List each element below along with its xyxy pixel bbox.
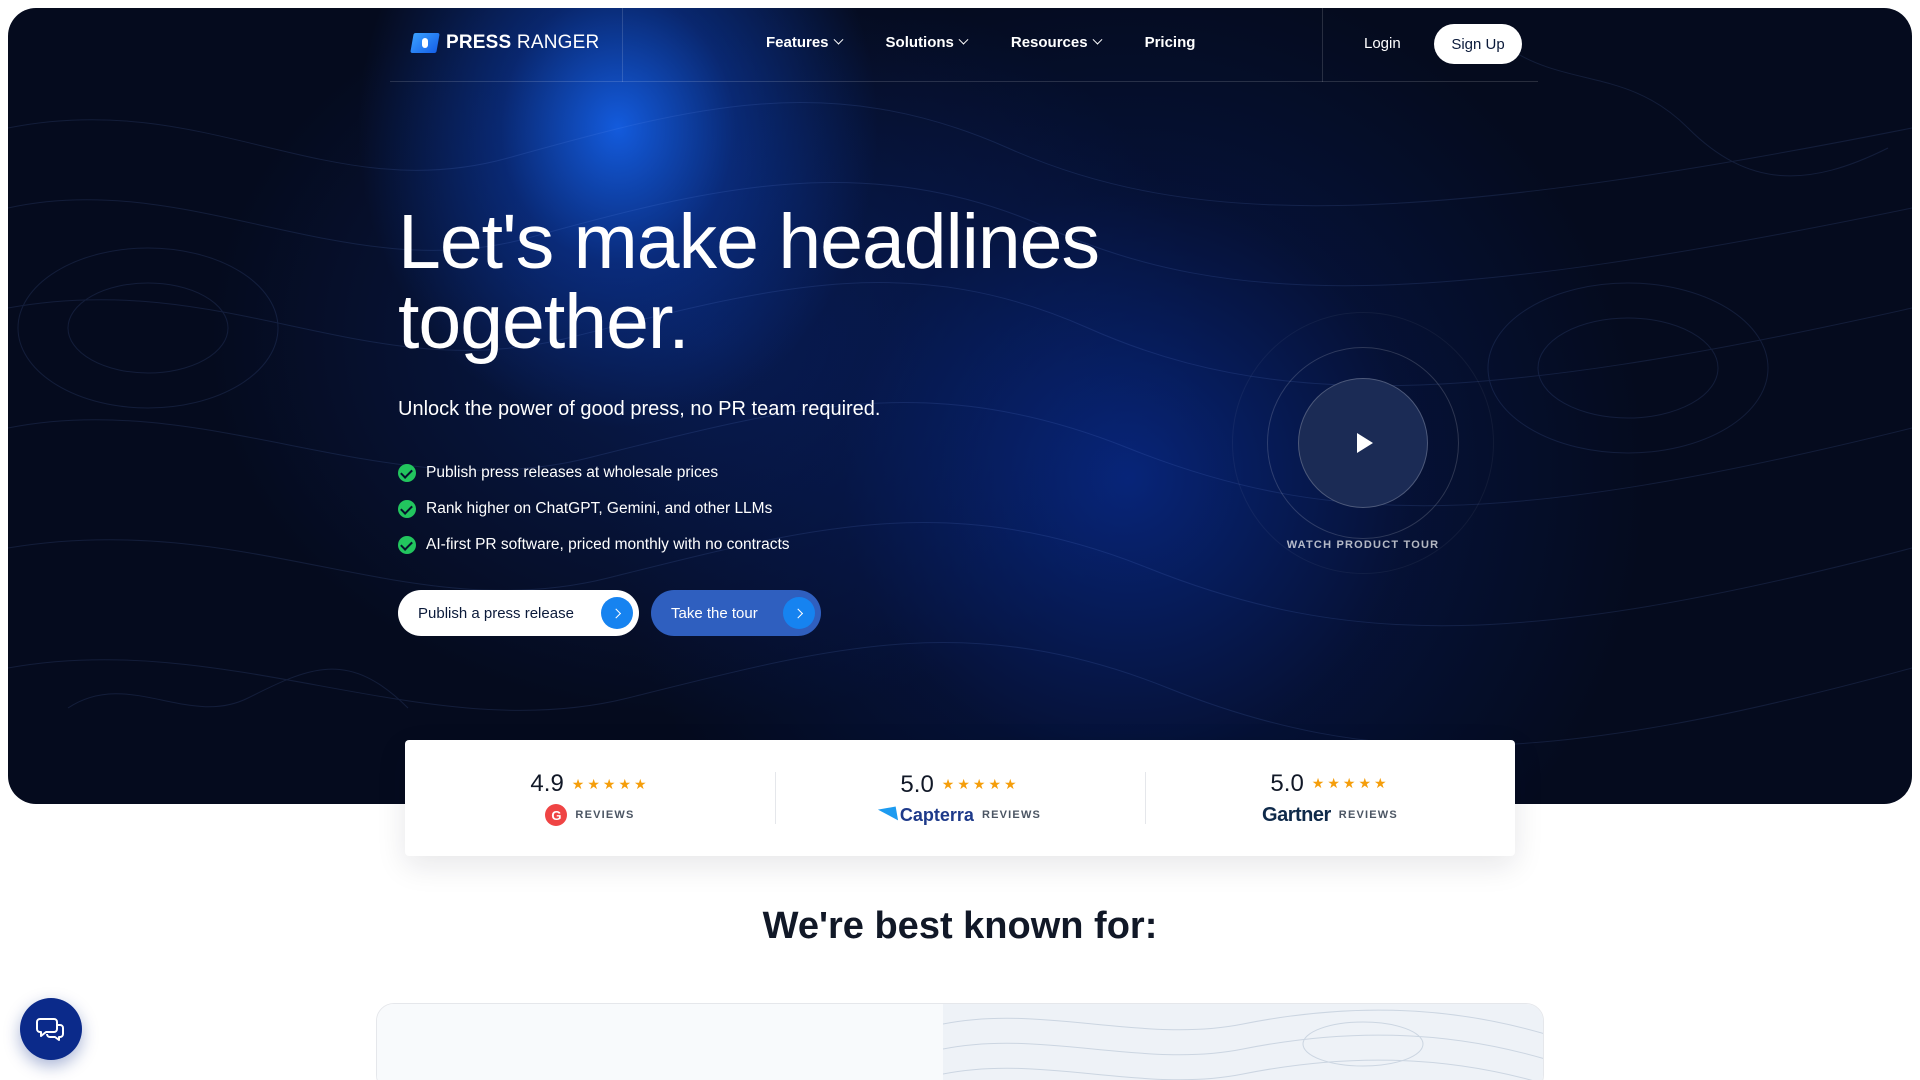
star-rating-icon: ★★★★★: [1311, 775, 1390, 791]
check-circle-icon: [398, 500, 416, 518]
rating-score: 5.0: [1270, 769, 1304, 797]
reviews-label: REVIEWS: [1338, 809, 1398, 821]
list-item: Rank higher on ChatGPT, Gemini, and othe…: [398, 491, 790, 527]
feature-card-left: [377, 1004, 943, 1080]
headline-line-2: together.: [398, 279, 690, 365]
hero-headline: Let's make headlines together.: [398, 202, 1178, 362]
hero-section: PRESS RANGER Features Solutions Resource…: [8, 8, 1912, 804]
top-navigation: PRESS RANGER Features Solutions Resource…: [390, 8, 1538, 82]
signup-button[interactable]: Sign Up: [1434, 24, 1522, 64]
reviews-label: REVIEWS: [981, 809, 1042, 821]
gartner-logo: Gartner: [1262, 803, 1331, 826]
nav-pricing[interactable]: Pricing: [1145, 34, 1196, 51]
rating-capterra[interactable]: 5.0 ★★★★★ Capterra REVIEWS: [775, 740, 1145, 856]
nav-divider: [1322, 8, 1323, 82]
brand-logo[interactable]: PRESS RANGER: [410, 32, 600, 54]
check-circle-icon: [398, 536, 416, 554]
nav-links: Features Solutions Resources Pricing: [766, 34, 1195, 51]
chat-bubbles-icon: [36, 1018, 64, 1041]
rating-gartner[interactable]: 5.0 ★★★★★ Gartner REVIEWS: [1145, 740, 1515, 856]
topographic-pattern: [8, 47, 1912, 747]
star-rating-icon: ★★★★★: [941, 776, 1020, 792]
chevron-down-icon: [958, 34, 969, 45]
nav-resources[interactable]: Resources: [1011, 34, 1103, 51]
take-the-tour-button[interactable]: Take the tour: [651, 590, 821, 636]
ratings-bar: 4.9 ★★★★★ G REVIEWS 5.0 ★★★★★ Capterra R…: [405, 740, 1515, 856]
rating-g2[interactable]: 4.9 ★★★★★ G REVIEWS: [405, 740, 775, 856]
feature-card: [376, 1003, 1544, 1080]
brand-name: PRESS RANGER: [446, 32, 600, 53]
check-circle-icon: [398, 464, 416, 482]
capterra-arrow-icon: [877, 806, 898, 824]
section-title: We're best known for:: [762, 905, 1158, 947]
headline-line-1: Let's make headlines: [398, 199, 1100, 285]
publish-press-release-button[interactable]: Publish a press release: [398, 590, 639, 636]
g2-logo: G: [545, 804, 568, 826]
feature-card-right: [942, 1004, 1543, 1080]
chevron-down-icon: [833, 34, 843, 45]
login-link[interactable]: Login: [1364, 35, 1401, 52]
rating-score: 5.0: [900, 770, 934, 798]
hero-subhead: Unlock the power of good press, no PR te…: [398, 398, 881, 420]
chevron-down-icon: [1092, 34, 1103, 45]
microphone-icon: [410, 33, 440, 53]
chevron-right-icon: [783, 597, 815, 629]
play-icon: [1357, 433, 1373, 453]
feature-bullets: Publish press releases at wholesale pric…: [398, 455, 790, 563]
watch-product-tour-label: WATCH PRODUCT TOUR: [1286, 539, 1440, 551]
star-rating-icon: ★★★★★: [571, 775, 650, 792]
list-item: AI-first PR software, priced monthly wit…: [398, 527, 790, 563]
rating-score: 4.9: [530, 770, 564, 797]
capterra-logo: Capterra: [877, 805, 974, 826]
chevron-right-icon: [601, 597, 633, 629]
play-video-button[interactable]: [1298, 378, 1428, 508]
list-item: Publish press releases at wholesale pric…: [398, 455, 790, 491]
nav-solutions[interactable]: Solutions: [886, 34, 969, 51]
nav-features[interactable]: Features: [766, 34, 843, 51]
topographic-pattern: [942, 1009, 1543, 1080]
reviews-label: REVIEWS: [575, 809, 635, 821]
chat-launcher-button[interactable]: [20, 998, 82, 1060]
nav-divider: [622, 8, 623, 82]
